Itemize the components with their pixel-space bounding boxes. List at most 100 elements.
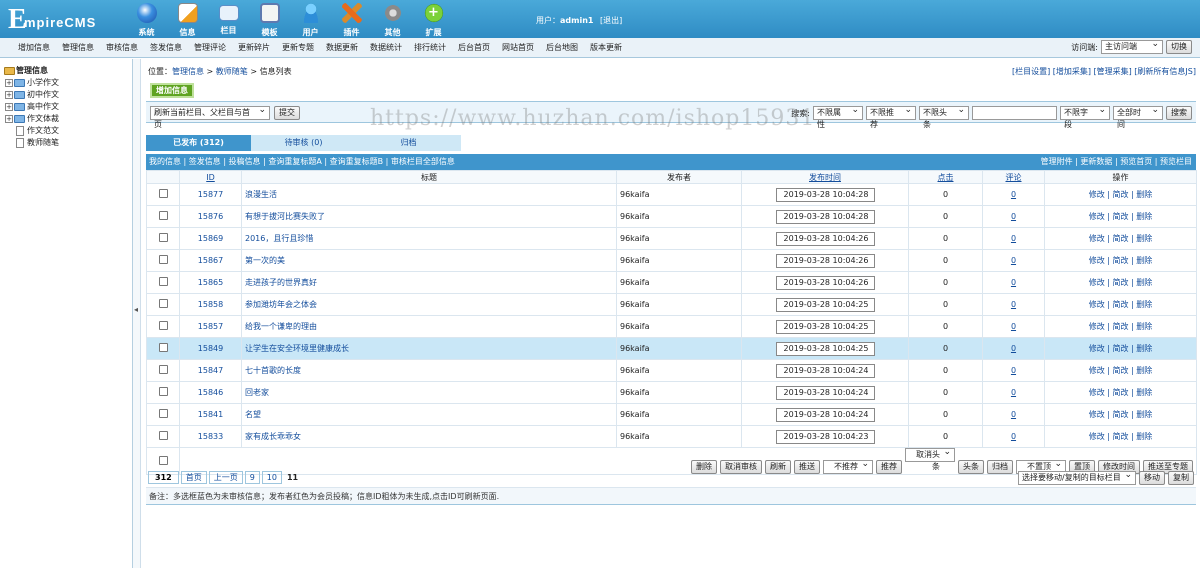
row-checkbox[interactable]	[158, 431, 168, 440]
push-button[interactable]: 推送	[794, 460, 820, 474]
row-id-link[interactable]: 15867	[198, 256, 223, 265]
row-id-link[interactable]: 15846	[198, 388, 223, 397]
row-checkbox[interactable]	[158, 189, 168, 198]
delete-button[interactable]: 删除	[691, 460, 717, 474]
time-select[interactable]: 全部时间	[1113, 104, 1163, 129]
crumb-link[interactable]: 教师随笔	[216, 67, 248, 76]
tree-item[interactable]: 作文范文	[0, 125, 132, 137]
row-id-link[interactable]: 15847	[198, 366, 223, 375]
tab-pending[interactable]: 待审核 (0)	[251, 135, 356, 151]
row-comments-link[interactable]: 0	[1011, 322, 1016, 331]
refresh-button[interactable]: 刷新	[765, 460, 791, 474]
row-comments-link[interactable]: 0	[1011, 212, 1016, 221]
row-title-link[interactable]: 名望	[245, 410, 261, 419]
nav-item-4[interactable]: 用户	[290, 2, 331, 38]
panel-splitter[interactable]: ◂	[133, 59, 141, 568]
submenu-item[interactable]: 签发信息	[144, 38, 188, 58]
nav-item-6[interactable]: 其他	[372, 2, 413, 38]
row-actions[interactable]: 修改 | 简改 | 删除	[1089, 234, 1153, 243]
row-checkbox[interactable]	[158, 211, 168, 220]
toolbar-links-right[interactable]: 管理附件 | 更新数据 | 预览首页 | 预览栏目	[1041, 154, 1192, 170]
submenu-item[interactable]: 版本更新	[584, 38, 628, 58]
tree-item[interactable]: + 作文体裁	[0, 113, 132, 125]
row-id-link[interactable]: 15869	[198, 234, 223, 243]
prev-page-link[interactable]: 上一页	[208, 471, 243, 484]
row-checkbox[interactable]	[158, 255, 168, 264]
collapse-arrow-icon[interactable]: ◂	[134, 305, 138, 314]
row-title-link[interactable]: 家有成长乖乖女	[245, 432, 301, 441]
recommend-select[interactable]: 不推荐	[823, 458, 873, 474]
row-title-link[interactable]: 走进孩子的世界真好	[245, 278, 317, 287]
row-title-link[interactable]: 第一次的美	[245, 256, 285, 265]
tree-item[interactable]: + 小学作文	[0, 77, 132, 89]
row-actions[interactable]: 修改 | 简改 | 删除	[1089, 256, 1153, 265]
submenu-item[interactable]: 网站首页	[496, 38, 540, 58]
row-time-input[interactable]: 2019-03-28 10:04:26	[775, 231, 875, 246]
tree-item[interactable]: 教师随笔	[0, 137, 132, 149]
expand-icon[interactable]: +	[5, 79, 13, 87]
submenu-item[interactable]: 管理信息	[56, 38, 100, 58]
tab-archive[interactable]: 归档	[356, 135, 461, 151]
crumb-link[interactable]: 管理信息	[172, 67, 204, 76]
row-checkbox[interactable]	[158, 409, 168, 418]
row-time-input[interactable]: 2019-03-28 10:04:24	[775, 407, 875, 422]
row-title-link[interactable]: 给我一个谦卑的理由	[245, 322, 317, 331]
add-info-button[interactable]: 增加信息	[150, 83, 194, 98]
row-title-link[interactable]: 2016，且行且珍惜	[245, 234, 313, 243]
logout-link[interactable]: [退出]	[600, 16, 622, 25]
submenu-item[interactable]: 审核信息	[100, 38, 144, 58]
expand-icon[interactable]: +	[5, 103, 13, 111]
row-checkbox[interactable]	[158, 233, 168, 242]
headline-select[interactable]: 取消头条	[905, 446, 955, 471]
page-link[interactable]: 9	[244, 471, 260, 484]
nav-item-2[interactable]: 栏目	[208, 2, 249, 38]
row-actions[interactable]: 修改 | 简改 | 删除	[1089, 432, 1153, 441]
row-comments-link[interactable]: 0	[1011, 410, 1016, 419]
submenu-item[interactable]: 更新碎片	[232, 38, 276, 58]
row-time-input[interactable]: 2019-03-28 10:04:24	[775, 385, 875, 400]
row-time-input[interactable]: 2019-03-28 10:04:24	[775, 363, 875, 378]
tree-item[interactable]: + 高中作文	[0, 101, 132, 113]
select-all-checkbox[interactable]	[158, 455, 168, 465]
submenu-item[interactable]: 排行统计	[408, 38, 452, 58]
row-title-link[interactable]: 七十首歌的长度	[245, 366, 301, 375]
nav-item-1[interactable]: 信息	[167, 2, 208, 38]
field-select[interactable]: 不限字段	[1060, 104, 1110, 129]
submenu-item[interactable]: 后台地图	[540, 38, 584, 58]
row-actions[interactable]: 修改 | 简改 | 删除	[1089, 410, 1153, 419]
search-input[interactable]	[972, 106, 1057, 120]
row-checkbox[interactable]	[158, 365, 168, 374]
attr-filter-select[interactable]: 不限属性	[813, 104, 863, 129]
page-link[interactable]: 10	[261, 471, 282, 484]
recommend-filter-select[interactable]: 不限推荐	[866, 104, 916, 129]
row-actions[interactable]: 修改 | 简改 | 删除	[1089, 388, 1153, 397]
submenu-item[interactable]: 数据统计	[364, 38, 408, 58]
move-button[interactable]: 移动	[1139, 471, 1165, 485]
headline-filter-select[interactable]: 不限头条	[919, 104, 969, 129]
row-time-input[interactable]: 2019-03-28 10:04:26	[775, 275, 875, 290]
tree-root[interactable]: 管理信息	[0, 65, 132, 77]
unreview-button[interactable]: 取消审核	[720, 460, 762, 474]
row-comments-link[interactable]: 0	[1011, 388, 1016, 397]
col-comments[interactable]: 评论	[982, 170, 1045, 184]
row-actions[interactable]: 修改 | 简改 | 删除	[1089, 344, 1153, 353]
empirecms-logo[interactable]: E mpireCMS	[8, 4, 123, 34]
row-actions[interactable]: 修改 | 简改 | 删除	[1089, 366, 1153, 375]
row-title-link[interactable]: 浪漫生活	[245, 190, 277, 199]
submenu-item[interactable]: 管理评论	[188, 38, 232, 58]
toolbar-links-left[interactable]: 我的信息 | 签发信息 | 投稿信息 | 查询重复标题A | 查询重复标题B |…	[149, 154, 455, 170]
expand-icon[interactable]: +	[5, 91, 13, 99]
row-comments-link[interactable]: 0	[1011, 234, 1016, 243]
submit-button[interactable]: 提交	[274, 106, 300, 120]
submenu-item[interactable]: 数据更新	[320, 38, 364, 58]
row-time-input[interactable]: 2019-03-28 10:04:26	[775, 253, 875, 268]
search-button[interactable]: 搜索	[1166, 106, 1192, 120]
col-id[interactable]: ID	[179, 170, 242, 184]
copy-button[interactable]: 复制	[1168, 471, 1194, 485]
submenu-item[interactable]: 更新专题	[276, 38, 320, 58]
row-id-link[interactable]: 15841	[198, 410, 223, 419]
target-column-select[interactable]: 选择要移动/复制的目标栏目	[1018, 469, 1136, 485]
row-title-link[interactable]: 参加潍坊年会之体会	[245, 300, 317, 309]
tree-item[interactable]: + 初中作文	[0, 89, 132, 101]
row-checkbox[interactable]	[158, 277, 168, 286]
